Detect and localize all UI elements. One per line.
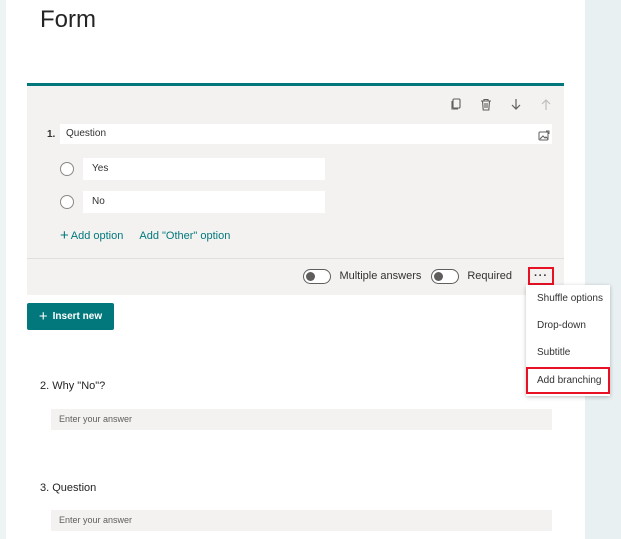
menu-item-subtitle[interactable]: Subtitle: [526, 339, 610, 366]
option-field[interactable]: Yes: [83, 158, 325, 180]
move-up-icon[interactable]: [538, 96, 554, 112]
ellipsis-icon: ···: [534, 270, 548, 282]
question-card[interactable]: 1. Question Yes No + Add option Add "Oth…: [27, 83, 564, 295]
insert-new-label: Insert new: [52, 311, 103, 322]
question-3-answer-field[interactable]: Enter your answer: [51, 510, 552, 531]
add-option-button[interactable]: + Add option: [60, 227, 124, 244]
copy-icon[interactable]: [448, 96, 464, 112]
insert-new-button[interactable]: + Insert new: [27, 303, 114, 330]
menu-item-drop-down[interactable]: Drop-down: [526, 312, 610, 339]
add-options-row: + Add option Add "Other" option: [60, 227, 230, 244]
question-footer: Multiple answers Required ···: [303, 265, 554, 287]
more-settings-menu: Shuffle options Drop-down Subtitle Add b…: [526, 285, 610, 396]
delete-icon[interactable]: [478, 96, 494, 112]
option-row: Yes: [60, 158, 325, 180]
plus-icon: +: [60, 227, 69, 244]
question-toolbar: [448, 96, 554, 112]
forms-page: Form 1. Question Yes No + Add option Add…: [0, 0, 621, 539]
question-number: 1.: [47, 129, 56, 140]
form-title: Form: [40, 6, 96, 33]
multiple-answers-label: Multiple answers: [339, 270, 422, 282]
question-2-answer-field[interactable]: Enter your answer: [51, 409, 552, 430]
move-down-icon[interactable]: [508, 96, 524, 112]
option-row: No: [60, 191, 325, 213]
option-field[interactable]: No: [83, 191, 325, 213]
right-margin: [585, 0, 621, 539]
menu-item-shuffle-options[interactable]: Shuffle options: [526, 285, 610, 312]
required-label: Required: [467, 270, 512, 282]
menu-item-add-branching[interactable]: Add branching: [526, 367, 610, 394]
more-settings-button[interactable]: ···: [528, 267, 554, 285]
insert-media-icon[interactable]: [538, 129, 550, 141]
required-toggle[interactable]: [431, 268, 460, 284]
radio-button[interactable]: [60, 195, 74, 209]
multiple-answers-toggle[interactable]: [303, 268, 332, 284]
question-text-field[interactable]: Question: [60, 124, 552, 144]
left-margin: [0, 0, 6, 539]
card-divider: [27, 258, 564, 259]
plus-icon: +: [38, 307, 48, 325]
add-other-option-button[interactable]: Add "Other" option: [139, 230, 230, 242]
question-3-title: 3. Question: [40, 482, 97, 494]
question-2-title: 2. Why "No"?: [40, 380, 106, 392]
add-option-label: Add option: [70, 230, 124, 242]
radio-button[interactable]: [60, 162, 74, 176]
